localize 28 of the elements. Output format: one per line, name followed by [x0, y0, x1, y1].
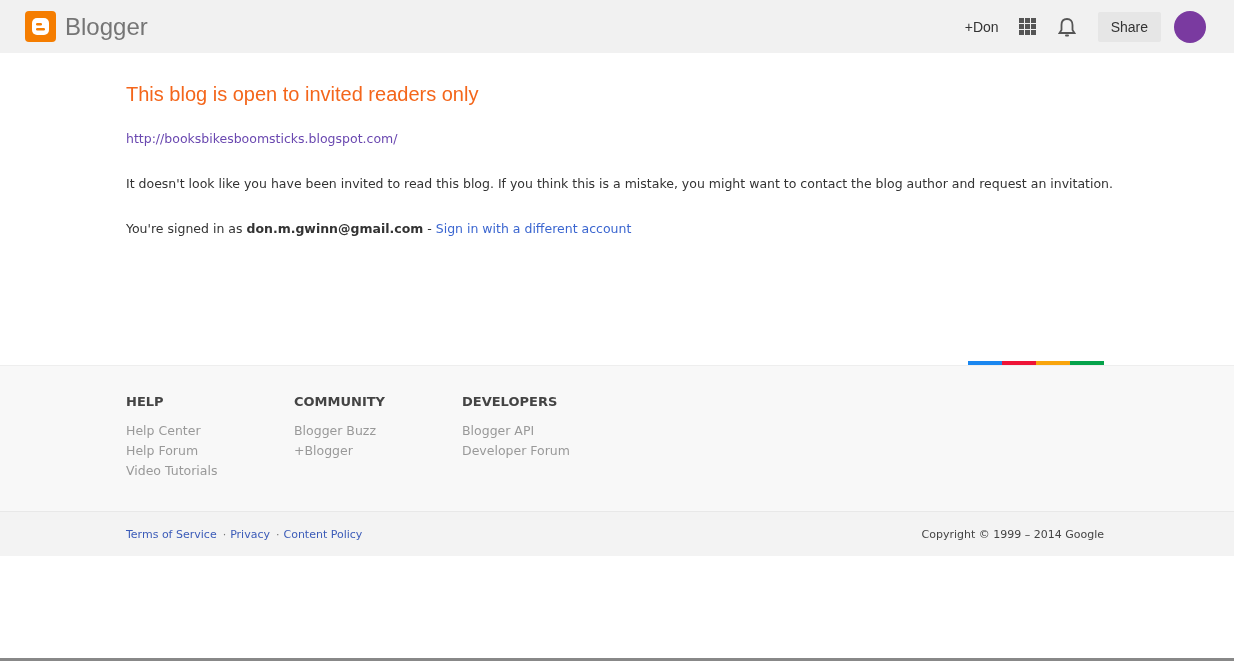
footer-heading: DEVELOPERS — [462, 394, 559, 409]
policy-link[interactable]: Content Policy — [283, 527, 363, 541]
footer-link[interactable]: Help Center — [126, 421, 294, 441]
blog-url-link[interactable]: http://booksbikesboomsticks.blogspot.com/ — [126, 131, 398, 146]
page-title: This blog is open to invited readers only — [126, 83, 480, 106]
footer-link[interactable]: +Blogger — [294, 441, 462, 461]
apps-grid-icon[interactable] — [1018, 18, 1036, 35]
footer-heading: HELP — [126, 394, 165, 409]
notification-bell-icon[interactable] — [1057, 16, 1076, 37]
copyright-text: Copyright © 1999 – 2014 Google — [921, 527, 1104, 541]
separator-dot: · — [222, 527, 227, 541]
footer-link[interactable]: Help Forum — [126, 441, 294, 461]
switch-account-link[interactable]: Sign in with a different account — [435, 221, 632, 236]
not-invited-message: It doesn't look like you have been invited to read this blog. If you think this is a mistake, you might want to contact the blog author and request an invitation. — [126, 176, 1115, 191]
separator-dot: · — [276, 527, 280, 541]
brand-name[interactable]: Blogger — [65, 12, 148, 41]
profile-avatar[interactable] — [1174, 10, 1206, 43]
policy-link[interactable]: Terms of Service — [126, 527, 217, 541]
blogger-logo-icon[interactable] — [25, 11, 56, 42]
policy-link[interactable]: Privacy — [230, 527, 270, 541]
footer-link[interactable]: Blogger Buzz — [294, 421, 462, 441]
footer-link[interactable]: Developer Forum — [462, 441, 630, 461]
signed-in-text: You're signed in as don.m.gwinn@gmail.com - Sign in with a different account — [126, 221, 633, 236]
share-button[interactable]: Share — [1097, 11, 1161, 42]
footer-link[interactable]: Blogger API — [462, 421, 630, 441]
footer-link[interactable]: Video Tutorials — [126, 461, 294, 481]
profile-link[interactable]: +Don — [964, 18, 999, 35]
footer-heading: COMMUNITY — [294, 394, 387, 409]
